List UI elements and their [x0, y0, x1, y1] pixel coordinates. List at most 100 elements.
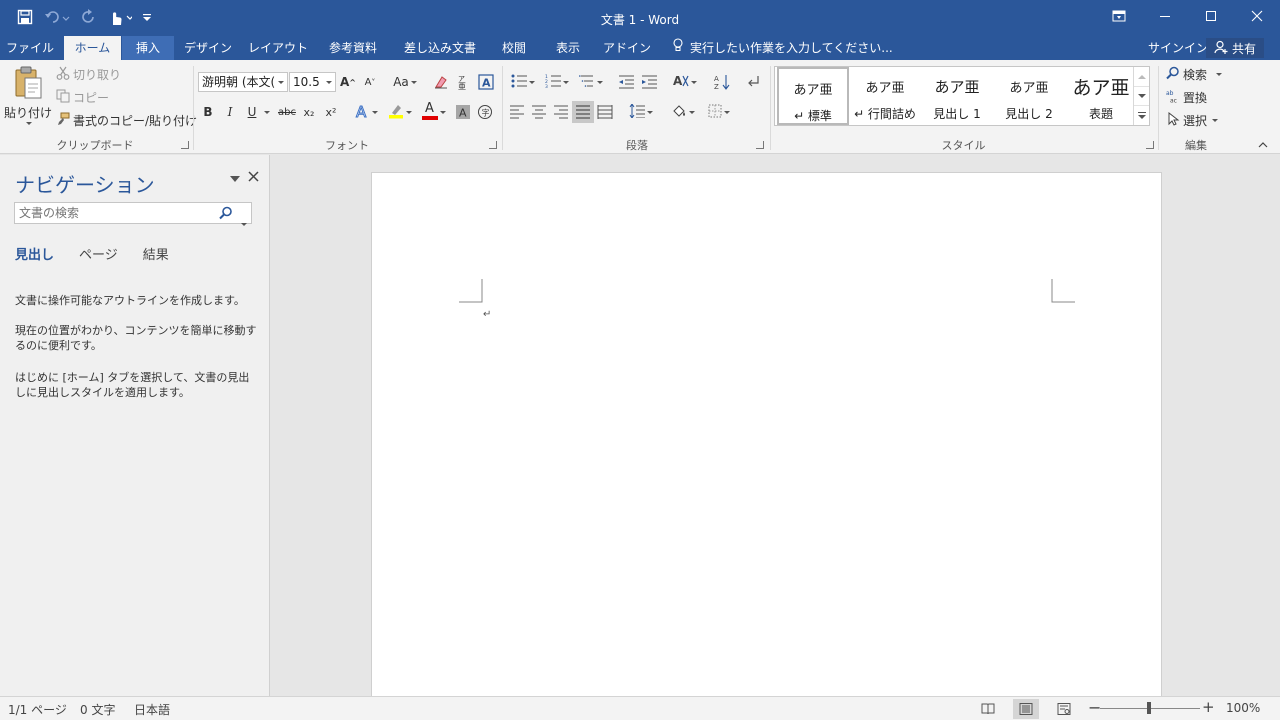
italic-button[interactable]: I — [221, 103, 239, 121]
tab-design[interactable]: デザイン — [178, 36, 238, 60]
bold-button[interactable]: B — [199, 103, 217, 121]
change-case-button[interactable]: Aa — [390, 73, 420, 91]
editing-group-label: 編集 — [1185, 139, 1207, 152]
select-button[interactable]: 選択 — [1166, 111, 1219, 129]
justify-icon[interactable] — [572, 101, 594, 123]
close-icon[interactable] — [1234, 0, 1280, 32]
text-effects-button[interactable]: A — [352, 102, 380, 121]
font-launcher-icon[interactable] — [489, 141, 497, 149]
format-painter-icon — [56, 112, 70, 129]
tab-references[interactable]: 参考資料 — [318, 36, 388, 60]
tab-layout[interactable]: レイアウト — [244, 36, 312, 60]
zoom-in-icon[interactable]: + — [1202, 698, 1215, 716]
clear-formatting-icon[interactable] — [432, 73, 450, 91]
show-hide-marks-icon[interactable] — [744, 73, 762, 91]
align-right-icon[interactable] — [552, 103, 570, 121]
format-painter-button[interactable]: 書式のコピー/貼り付け — [56, 112, 197, 129]
ribbon-display-options-icon[interactable] — [1096, 0, 1142, 32]
document-page[interactable]: ↵ — [371, 172, 1162, 702]
tab-view[interactable]: 表示 — [544, 36, 592, 60]
page-count[interactable]: 1/1 ページ — [8, 701, 67, 718]
shrink-font-button[interactable]: A ˅ — [361, 73, 379, 91]
font-size-combo[interactable]: 10.5 — [289, 72, 336, 92]
font-color-button[interactable]: A — [420, 101, 448, 121]
print-layout-icon[interactable] — [1013, 699, 1039, 719]
highlight-button[interactable] — [386, 103, 414, 121]
tell-me-box[interactable]: 実行したい作業を入力してください... — [672, 36, 893, 60]
read-mode-icon[interactable] — [975, 699, 1001, 719]
grow-font-button[interactable]: A ^ — [339, 73, 357, 91]
chevron-down-icon[interactable] — [275, 73, 287, 91]
nav-options-icon[interactable] — [230, 171, 240, 185]
tab-addins[interactable]: アドイン — [598, 36, 656, 60]
bullets-button[interactable] — [508, 73, 538, 91]
tab-file[interactable]: ファイル — [0, 36, 60, 60]
chevron-down-icon[interactable] — [323, 73, 335, 91]
paste-button[interactable]: 貼り付け — [4, 66, 52, 125]
style-heading-2[interactable]: あア亜 見出し 2 — [993, 67, 1065, 125]
style-title[interactable]: あア亜 表題 — [1065, 67, 1137, 125]
nav-search-input[interactable] — [19, 206, 209, 220]
style-sample: あア亜 — [1009, 81, 1049, 96]
maximize-icon[interactable] — [1188, 0, 1234, 32]
shading-button[interactable] — [668, 103, 698, 121]
zoom-slider-thumb[interactable] — [1147, 702, 1151, 714]
share-button[interactable]: 共有 — [1206, 38, 1264, 58]
tab-mailings[interactable]: 差し込み文書 — [396, 36, 484, 60]
replace-button[interactable]: ab ac 置換 — [1166, 89, 1207, 106]
phonetic-guide-icon[interactable]: ア亜 — [454, 73, 472, 91]
signin-link[interactable]: サインイン — [1148, 36, 1208, 60]
ribbon-tab-row: ファイル ホーム 挿入 デザイン レイアウト 参考資料 差し込み文書 校閲 表示… — [0, 36, 1280, 60]
align-center-icon[interactable] — [530, 103, 548, 121]
numbering-button[interactable]: 123 — [542, 73, 572, 91]
gallery-more-icon[interactable] — [1134, 106, 1149, 125]
multilevel-list-button[interactable] — [576, 73, 606, 91]
word-count[interactable]: 0 文字 — [80, 701, 115, 718]
web-layout-icon[interactable] — [1051, 699, 1077, 719]
tab-home[interactable]: ホーム — [64, 36, 121, 60]
zoom-level[interactable]: 100% — [1226, 701, 1260, 715]
find-button[interactable]: 検索 — [1166, 66, 1223, 83]
tab-review[interactable]: 校閲 — [490, 36, 538, 60]
clipboard-launcher-icon[interactable] — [181, 141, 189, 149]
styles-launcher-icon[interactable] — [1146, 141, 1154, 149]
collapse-ribbon-icon[interactable] — [1256, 138, 1270, 152]
asian-layout-button[interactable]: A — [671, 73, 699, 91]
cut-button[interactable]: 切り取り — [56, 66, 121, 83]
language-indicator[interactable]: 日本語 — [134, 701, 170, 718]
line-spacing-button[interactable] — [626, 102, 656, 121]
character-border-icon[interactable]: A — [477, 73, 495, 91]
tab-insert[interactable]: 挿入 — [122, 36, 174, 60]
style-heading-1[interactable]: あア亜 見出し 1 — [921, 67, 993, 125]
search-options-icon[interactable] — [241, 212, 247, 232]
sort-icon[interactable]: AZ — [713, 73, 731, 91]
nav-tab-results[interactable]: 結果 — [143, 244, 169, 263]
borders-button[interactable] — [704, 103, 734, 121]
nav-close-icon[interactable] — [248, 171, 259, 185]
subscript-button[interactable]: x₂ — [300, 103, 318, 121]
font-name-combo[interactable]: 游明朝 (本文( — [198, 72, 288, 92]
minimize-icon[interactable] — [1142, 0, 1188, 32]
copy-icon — [56, 89, 70, 106]
strikethrough-button[interactable]: abc — [276, 103, 298, 121]
underline-dropdown-icon[interactable] — [261, 103, 273, 121]
underline-button[interactable]: U — [243, 103, 261, 121]
nav-tab-pages[interactable]: ページ — [79, 244, 118, 263]
person-add-icon — [1214, 40, 1228, 57]
gallery-up-icon[interactable] — [1134, 67, 1149, 87]
distributed-icon[interactable] — [596, 103, 614, 121]
gallery-down-icon[interactable] — [1134, 87, 1149, 107]
copy-button[interactable]: コピー — [56, 89, 109, 106]
decrease-indent-icon[interactable] — [617, 73, 635, 91]
paragraph-launcher-icon[interactable] — [756, 141, 764, 149]
style-no-spacing[interactable]: あア亜 ↵ 行間詰め — [849, 67, 921, 125]
search-icon[interactable] — [219, 206, 233, 226]
copy-label: コピー — [73, 91, 110, 105]
style-normal[interactable]: あア亜 ↵ 標準 — [777, 67, 849, 125]
align-left-icon[interactable] — [508, 103, 526, 121]
increase-indent-icon[interactable] — [640, 73, 658, 91]
nav-tab-headings[interactable]: 見出し — [15, 244, 54, 263]
superscript-button[interactable]: x² — [322, 103, 340, 121]
enclose-characters-icon[interactable]: 字 — [476, 103, 494, 121]
character-shading-icon[interactable]: A — [454, 103, 472, 121]
